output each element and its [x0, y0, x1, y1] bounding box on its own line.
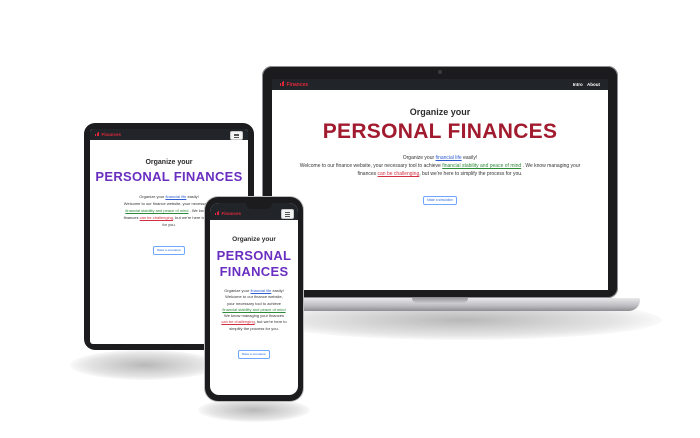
link-can-be-challenging[interactable]: can be challenging	[140, 215, 173, 220]
hero: Organize your PERSONAL FINANCES Organize…	[210, 236, 298, 359]
hero-title: PERSONAL FINANCES	[322, 120, 558, 143]
hero: Organize your PERSONAL FINANCES Organize…	[272, 107, 608, 205]
phone-notch	[246, 203, 272, 209]
link-financial-life[interactable]: financial life	[165, 194, 186, 199]
phone-shadow	[198, 398, 310, 422]
brand-name: Finances	[221, 211, 242, 216]
link-financial-stability[interactable]: financial stability and peace of mind	[222, 307, 285, 312]
make-simulation-button[interactable]: Make a simulation	[152, 245, 186, 255]
link-financial-life[interactable]: financial life	[250, 288, 271, 293]
hero-intro: Organize your financial life easily! Wel…	[221, 288, 287, 331]
bar-chart-icon	[280, 81, 285, 88]
menu-toggle-button[interactable]	[230, 130, 243, 140]
brand-name: Finances	[101, 132, 122, 137]
make-simulation-button[interactable]: Make a simulation	[237, 349, 271, 359]
hero-subtitle: Organize your	[409, 107, 471, 117]
hero-title: PERSONAL FINANCES	[216, 248, 292, 279]
nav-link-about[interactable]: About	[587, 82, 600, 87]
brand-logo[interactable]: Finances	[95, 132, 121, 137]
menu-toggle-button[interactable]	[281, 209, 294, 219]
laptop-camera	[438, 70, 442, 74]
link-can-be-challenging[interactable]: can be challenging	[221, 319, 254, 324]
bar-chart-icon	[95, 132, 100, 137]
hero-title: PERSONAL FINANCES	[95, 169, 243, 184]
nav-links: Intro About	[573, 82, 600, 87]
nav-link-intro[interactable]: Intro	[573, 82, 583, 87]
laptop-device: Finances Intro About Organize your PERSO…	[262, 66, 618, 298]
brand-logo[interactable]: Finances	[215, 211, 241, 216]
phone-device: Finances Organize your PERSONAL FINANCES…	[205, 197, 303, 401]
phone-screen: Finances Organize your PERSONAL FINANCES…	[210, 203, 298, 395]
link-financial-stability[interactable]: financial stability and peace of mind	[125, 208, 188, 213]
link-can-be-challenging[interactable]: can be challenging	[378, 171, 420, 177]
tablet-shadow	[70, 350, 220, 380]
hero-subtitle: Organize your	[232, 236, 276, 243]
link-financial-life[interactable]: financial life	[436, 155, 462, 161]
brand-logo[interactable]: Finances	[280, 81, 308, 88]
navbar: Finances Intro About	[272, 79, 608, 90]
laptop-screen: Finances Intro About Organize your PERSO…	[272, 79, 608, 290]
link-financial-stability[interactable]: financial stability and peace of mind	[442, 163, 521, 169]
make-simulation-button[interactable]: Make a simulation	[423, 195, 457, 205]
brand-name: Finances	[286, 82, 309, 88]
hero-subtitle: Organize your	[145, 159, 193, 166]
navbar: Finances	[90, 129, 248, 140]
laptop-opening-notch	[412, 298, 468, 303]
hero-intro: Organize your financial life easily! Wel…	[299, 155, 581, 177]
bar-chart-icon	[215, 211, 220, 216]
